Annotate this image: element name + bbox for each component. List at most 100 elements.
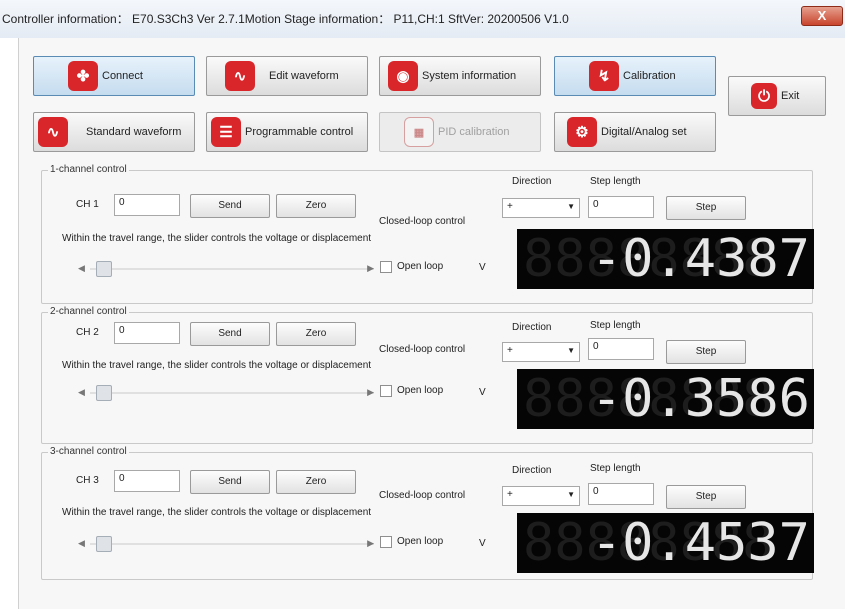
open-loop-checkbox[interactable] [380,385,392,397]
step-button[interactable]: Step [666,340,746,364]
slider-hint: Within the travel range, the slider cont… [62,360,372,371]
slider-left-arrow-icon[interactable]: ◀ [78,538,85,549]
digital-analog-set-button[interactable]: ⚙ Digital/Analog set [554,112,716,152]
edit-waveform-button[interactable]: ∿ Edit waveform [206,56,368,96]
standard-waveform-icon: ∿ [38,117,68,147]
slider-left-arrow-icon[interactable]: ◀ [78,387,85,398]
slider-thumb[interactable] [96,261,112,277]
window-close-button[interactable]: X [801,6,843,26]
slider-thumb[interactable] [96,385,112,401]
direction-label: Direction [512,465,552,476]
sliders-icon: ☰ [211,117,241,147]
channel-3-group: 3-channel control CH 3 0 Send Zero Close… [41,446,814,580]
eye-icon: ◉ [388,61,418,91]
channel-slider[interactable]: ◀ ▶ [78,261,374,277]
zero-button[interactable]: Zero [276,322,356,346]
standard-waveform-label: Standard waveform [86,126,182,138]
zero-button[interactable]: Zero [276,194,356,218]
slider-right-arrow-icon[interactable]: ▶ [367,538,374,549]
exit-label: Exit [781,90,800,102]
readout-display: 88888888 -0.4537 [517,513,814,573]
closed-loop-label: Closed-loop control [379,216,466,227]
pid-icon: ▦ [404,117,434,147]
waveform-edit-icon: ∿ [225,61,255,91]
programmable-control-button[interactable]: ☰ Programmable control [206,112,368,152]
channel-value-input[interactable]: 0 [114,322,180,344]
connect-button[interactable]: ✤ Connect [33,56,195,96]
calibration-label: Calibration [623,70,676,82]
exit-button[interactable]: ⏻ Exit [728,76,826,116]
unit-label: V [479,387,486,398]
channel-label: CH 2 [76,327,99,338]
channel-2-group: 2-channel control CH 2 0 Send Zero Close… [41,306,814,444]
chevron-down-icon: ▼ [567,346,575,355]
channel-slider[interactable]: ◀ ▶ [78,536,374,552]
calibration-button[interactable]: ↯ Calibration [554,56,716,96]
channel-slider[interactable]: ◀ ▶ [78,385,374,401]
send-button[interactable]: Send [190,470,270,494]
channel-group-label: 3-channel control [48,446,129,457]
slider-hint: Within the travel range, the slider cont… [62,233,372,244]
slider-track [90,392,374,394]
send-button[interactable]: Send [190,194,270,218]
step-length-input[interactable]: 0 [588,338,654,360]
title-bar: Controller information： E70.S3Ch3 Ver 2.… [0,0,845,38]
channel-value-input[interactable]: 0 [114,470,180,492]
main-panel: ✤ Connect ∿ Edit waveform ◉ System infor… [18,38,845,609]
system-information-label: System information [422,70,517,82]
step-button[interactable]: Step [666,196,746,220]
send-button[interactable]: Send [190,322,270,346]
system-information-button[interactable]: ◉ System information [379,56,541,96]
channel-label: CH 1 [76,199,99,210]
channel-group-label: 2-channel control [48,306,129,317]
zero-button[interactable]: Zero [276,470,356,494]
slider-right-arrow-icon[interactable]: ▶ [367,387,374,398]
channel-1-group: 1-channel control CH 1 0 Send Zero Close… [41,164,814,304]
channel-value-input[interactable]: 0 [114,194,180,216]
display-value: -0.4387 [590,229,810,289]
closed-loop-label: Closed-loop control [379,344,466,355]
power-icon: ⏻ [751,83,777,109]
standard-waveform-button[interactable]: ∿ Standard waveform [33,112,195,152]
slider-right-arrow-icon[interactable]: ▶ [367,263,374,274]
direction-select[interactable]: + ▼ [502,486,580,506]
slider-thumb[interactable] [96,536,112,552]
direction-value: + [507,345,513,356]
gear-icon: ⚙ [567,117,597,147]
programmable-control-label: Programmable control [245,126,354,138]
direction-label: Direction [512,322,552,333]
open-loop-checkbox[interactable] [380,536,392,548]
step-length-input[interactable]: 0 [588,196,654,218]
digital-analog-set-label: Digital/Analog set [601,126,687,138]
display-value: -0.3586 [590,369,810,429]
pid-calibration-label: PID calibration [438,126,510,138]
connect-icon: ✤ [68,61,98,91]
direction-value: + [507,489,513,500]
readout-display: 88888888 -0.4387 [517,229,814,289]
display-value: -0.4537 [590,513,810,573]
slider-track [90,543,374,545]
readout-display: 88888888 -0.3586 [517,369,814,429]
pid-calibration-button[interactable]: ▦ PID calibration [379,112,541,152]
unit-label: V [479,538,486,549]
open-loop-label: Open loop [397,261,444,272]
direction-select[interactable]: + ▼ [502,342,580,362]
chevron-down-icon: ▼ [567,202,575,211]
step-length-label: Step length [590,463,641,474]
open-loop-checkbox[interactable] [380,261,392,273]
step-length-label: Step length [590,320,641,331]
slider-hint: Within the travel range, the slider cont… [62,507,372,518]
connect-label: Connect [102,70,143,82]
edit-waveform-label: Edit waveform [269,70,339,82]
calibration-icon: ↯ [589,61,619,91]
channel-group-label: 1-channel control [48,164,129,175]
step-button[interactable]: Step [666,485,746,509]
direction-select[interactable]: + ▼ [502,198,580,218]
step-length-input[interactable]: 0 [588,483,654,505]
slider-left-arrow-icon[interactable]: ◀ [78,263,85,274]
slider-track [90,268,374,270]
open-loop-label: Open loop [397,385,444,396]
chevron-down-icon: ▼ [567,490,575,499]
direction-label: Direction [512,176,552,187]
unit-label: V [479,262,486,273]
